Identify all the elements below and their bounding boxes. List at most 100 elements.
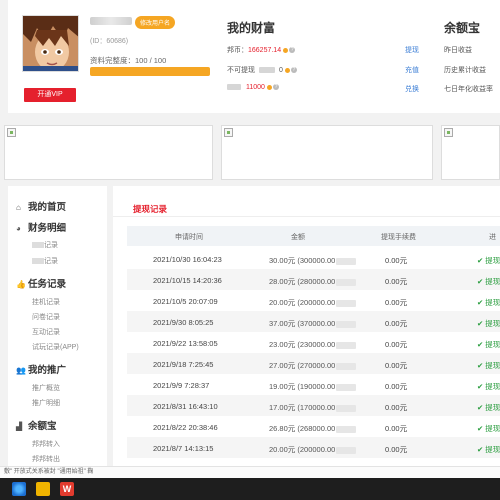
amount-text: 19.00元 (190000.00 (269, 382, 336, 391)
cell-fee: 0.00元 (385, 340, 408, 349)
banner-ad-2[interactable] (221, 125, 433, 180)
column-header-fee: 提现手续费 (381, 234, 416, 241)
recharge-link[interactable]: 充值 (405, 65, 419, 75)
yuebao-yesterday-income: 昨日收益 (444, 47, 472, 54)
cell-time: 2021/10/30 16:04:23 (153, 255, 222, 264)
column-header-time: 申请时间 (175, 234, 203, 241)
coin-icon (283, 47, 289, 53)
masked-text (336, 257, 357, 265)
open-vip-button[interactable]: 开通VIP (24, 88, 76, 102)
sidebar-item-interaction-record[interactable]: 互动记录 (32, 327, 60, 337)
banner-ad-1[interactable] (4, 125, 213, 180)
sidebar-item-app-trial-record[interactable]: 试玩记录(APP) (32, 342, 79, 352)
banner-ad-3[interactable] (441, 125, 500, 180)
browser-status-bar: 敷" 开放式关系被封 "通用始祖" 鞠 (0, 466, 500, 478)
sidebar-item-label: 记录 (44, 242, 58, 249)
cell-status: ✔ 提现 (477, 276, 500, 287)
amount-text: 17.00元 (170000.00 (269, 403, 336, 412)
cell-amount: 37.00元 (370000.00 (269, 318, 357, 329)
account-header: 修改用户名 (ID：60686) 资料完整度：100 / 100 开通VIP 我… (8, 0, 500, 113)
sidebar-section-tasks[interactable]: 👍 任务记录 (16, 276, 66, 290)
wealth-label: 不可提现 (227, 67, 255, 74)
divider (113, 216, 500, 217)
table-row: 2021/10/30 16:04:23 30.00元 (300000.00 0.00… (127, 248, 500, 269)
wealth-row-coins: 邦币：166257.14? (227, 45, 296, 55)
help-icon[interactable]: ? (290, 67, 297, 74)
sidebar-section-label: 任务记录 (28, 279, 67, 290)
sidebar-item-transfer-out[interactable]: 邦邦转出 (32, 454, 60, 464)
sidebar-item-promo-overview[interactable]: 推广概览 (32, 383, 60, 393)
exchange-link[interactable]: 兑换 (405, 84, 419, 94)
wps-taskbar-icon[interactable]: W (60, 482, 74, 496)
wealth-title: 我的财富 (227, 21, 276, 35)
amount-text: 23.00元 (230000.00 (269, 340, 336, 349)
help-icon[interactable]: ? (289, 47, 296, 54)
check-icon: ✔ (477, 445, 484, 454)
check-icon: ✔ (477, 382, 484, 391)
masked-text (336, 446, 357, 454)
masked-text (336, 299, 357, 307)
cell-amount: 17.00元 (170000.00 (269, 402, 357, 413)
cell-amount: 20.00元 (200000.00 (269, 297, 357, 308)
sidebar-item-transfer-in[interactable]: 邦邦转入 (32, 439, 60, 449)
table-header: 申请时间 金额 提现手续费 进 (127, 226, 500, 246)
sidebar-section-label: 我的首页 (28, 202, 67, 213)
withdraw-link[interactable]: 提现 (405, 45, 419, 55)
taskbar: W (0, 478, 500, 500)
masked-text (336, 278, 357, 286)
sidebar-item-record-1[interactable]: 记录 (32, 240, 58, 250)
sidebar-item-record-2[interactable]: 记录 (32, 256, 58, 266)
masked-text (336, 383, 357, 391)
status-text: 提现 (485, 277, 500, 286)
sidebar-section-promotion[interactable]: 👥 我的推广 (16, 362, 66, 376)
status-text: 提现 (485, 382, 500, 391)
amount-text: 37.00元 (370000.00 (269, 319, 336, 328)
amount-text: 26.80元 (268000.00 (269, 424, 336, 433)
cell-status: ✔ 提现 (477, 402, 500, 413)
browser-taskbar-icon[interactable] (12, 482, 26, 496)
help-icon[interactable]: ? (272, 84, 279, 91)
edit-username-button[interactable]: 修改用户名 (135, 16, 176, 29)
sidebar-section-finance[interactable]: ◕ 财务明细 (16, 220, 66, 234)
cell-time: 2021/8/7 14:13:15 (153, 444, 214, 453)
masked-text (32, 258, 44, 265)
folder-taskbar-icon[interactable] (36, 482, 50, 496)
cell-time: 2021/9/18 7:25:45 (153, 360, 214, 369)
cell-fee: 0.00元 (385, 319, 408, 328)
sidebar-item-survey-record[interactable]: 问卷记录 (32, 312, 60, 322)
cell-amount: 19.00元 (190000.00 (269, 381, 357, 392)
progress-fill (90, 67, 210, 76)
sidebar-item-label: 记录 (44, 258, 58, 265)
masked-text (336, 362, 357, 370)
table-row: 2021/10/15 14:20:36 28.00元 (280000.00 0.00… (127, 269, 500, 290)
cell-status: ✔ 提现 (477, 297, 500, 308)
table-row: 2021/9/18 7:25:45 27.00元 (270000.00 0.00元 ✔… (127, 353, 500, 374)
sidebar-section-yuebao[interactable]: ▟ 余额宝 (16, 418, 57, 432)
sidebar-section-home[interactable]: ⌂ 我的首页 (16, 199, 66, 213)
cell-time: 2021/10/15 14:20:36 (153, 276, 222, 285)
completeness-progress-bar (90, 67, 210, 76)
yuebao-seven-day-rate: 七日年化收益率 (444, 86, 493, 93)
check-icon: ✔ (477, 298, 484, 307)
status-text: 提现 (485, 445, 500, 454)
column-header-amount: 金额 (291, 234, 305, 241)
username-masked (90, 17, 132, 25)
frozen-balance: 0 (279, 67, 283, 74)
check-icon: ✔ (477, 256, 484, 265)
masked-label (227, 84, 241, 91)
cell-time: 2021/9/30 8:05:25 (153, 318, 214, 327)
yuebao-title: 余额宝 (444, 21, 481, 35)
check-icon: ✔ (477, 424, 484, 433)
cell-amount: 23.00元 (230000.00 (269, 339, 357, 350)
avatar[interactable] (22, 15, 79, 72)
masked-text (32, 242, 44, 249)
wealth-row-points: 11000? (227, 84, 279, 91)
status-text: 提现 (485, 298, 500, 307)
sidebar-item-promo-details[interactable]: 推广明细 (32, 398, 60, 408)
sidebar-item-idle-record[interactable]: 挂机记录 (32, 297, 60, 307)
broken-image-icon (444, 128, 453, 137)
masked-text (336, 425, 357, 433)
amount-text: 28.00元 (280000.00 (269, 277, 336, 286)
wealth-row-frozen: 不可提现 0? (227, 65, 297, 75)
broken-image-icon (7, 128, 16, 137)
